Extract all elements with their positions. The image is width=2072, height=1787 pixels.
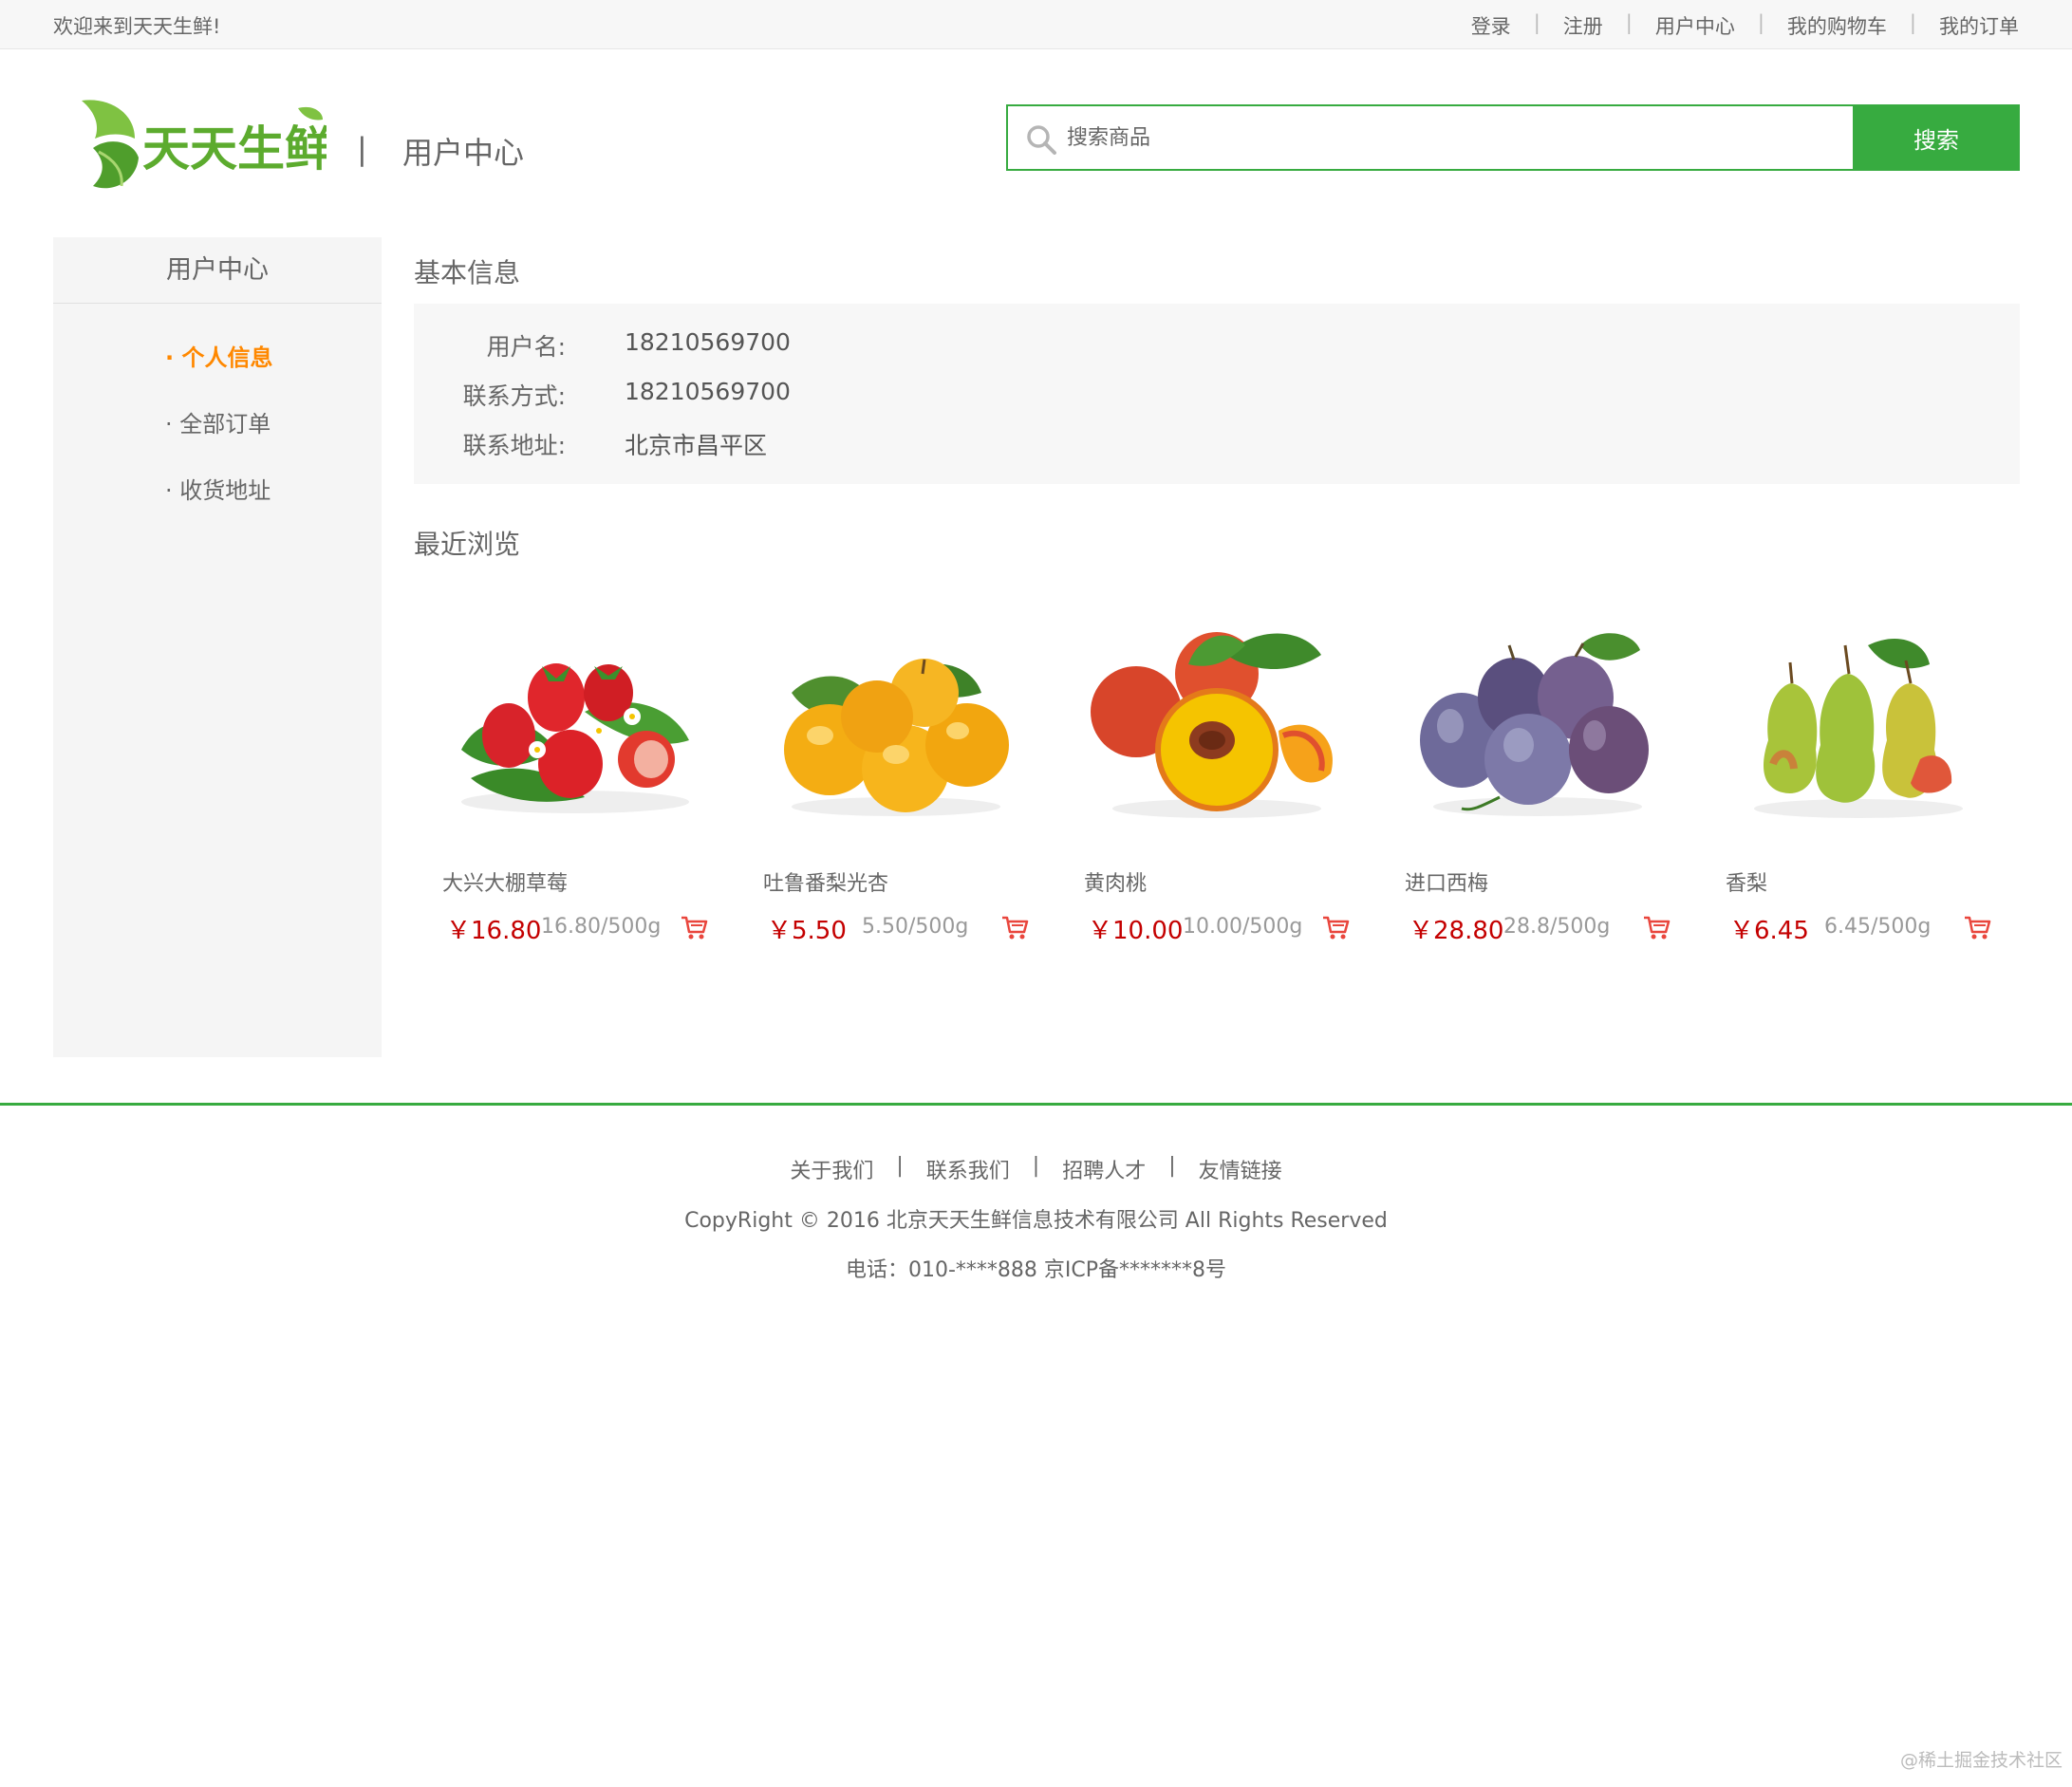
top-nav-separator: |	[1909, 11, 1916, 34]
info-value: 18210569700	[625, 378, 791, 405]
contact-text: 电话：010-****888 京ICP备*******8号	[845, 1258, 1227, 1282]
top-bar: 欢迎来到天天生鲜! 登录 | 注册 | 用户中心 | 我的购物车 | 我的订单	[0, 0, 2072, 49]
page-title: 用户中心	[402, 135, 525, 171]
add-to-cart-icon[interactable]	[1000, 913, 1029, 941]
login-link[interactable]: 登录	[1471, 11, 1511, 40]
product-card[interactable]: 香梨 ￥6.45 6.45/500g	[1697, 588, 2018, 968]
sidebar-menu: · 个人信息 · 全部订单 · 收货地址	[53, 304, 382, 524]
my-cart-link[interactable]: 我的购物车	[1787, 11, 1887, 40]
product-image-apricot[interactable]	[763, 607, 1029, 835]
recent-title: 最近浏览	[414, 529, 521, 560]
add-to-cart-icon[interactable]	[680, 913, 708, 941]
info-row-username: 用户名: 18210569700	[414, 328, 791, 363]
recent-products: 大兴大棚草莓 ￥16.80 16.80/500g 吐鲁番梨光杏 ￥5.50 5.…	[414, 588, 2020, 968]
header-separator: |	[357, 131, 367, 167]
search-icon	[1025, 123, 1057, 156]
product-unit-price: 28.8/500g	[1503, 915, 1611, 939]
product-image-plum[interactable]	[1405, 607, 1671, 835]
add-to-cart-icon[interactable]	[1642, 913, 1671, 941]
sidebar-item-all-orders[interactable]: · 全部订单	[53, 391, 382, 457]
product-card[interactable]: 大兴大棚草莓 ￥16.80 16.80/500g	[414, 588, 735, 968]
my-orders-link[interactable]: 我的订单	[1939, 11, 2019, 40]
register-link[interactable]: 注册	[1563, 11, 1603, 40]
footer-contact-link[interactable]: 联系我们	[926, 1154, 1010, 1184]
product-image-strawberry[interactable]	[442, 607, 708, 835]
watermark: @稀土掘金技术社区	[1899, 1750, 2063, 1771]
product-card[interactable]: 进口西梅 ￥28.80 28.8/500g	[1376, 588, 1697, 968]
add-to-cart-icon[interactable]	[1321, 913, 1350, 941]
search-box: 搜索	[1006, 104, 2020, 171]
product-card[interactable]: 吐鲁番梨光杏 ￥5.50 5.50/500g	[735, 588, 1055, 968]
welcome-text: 欢迎来到天天生鲜!	[53, 15, 221, 38]
search-input[interactable]	[1067, 116, 1902, 159]
logo-text: 天天生鲜	[142, 121, 327, 177]
product-unit-price: 5.50/500g	[862, 915, 969, 939]
footer-divider	[0, 1103, 2072, 1106]
copyright-text: CopyRight © 2016 北京天天生鲜信息技术有限公司 All Righ…	[684, 1209, 1388, 1233]
search-button[interactable]: 搜索	[1853, 104, 2020, 171]
product-unit-price: 6.45/500g	[1824, 915, 1932, 939]
product-name[interactable]: 大兴大棚草莓	[442, 866, 568, 897]
sidebar-item-shipping-address[interactable]: · 收货地址	[53, 457, 382, 524]
user-center-link[interactable]: 用户中心	[1655, 11, 1735, 40]
info-value: 18210569700	[625, 328, 791, 356]
basic-info-panel: 用户名: 18210569700 联系方式: 18210569700 联系地址:…	[414, 304, 2020, 484]
footer-separator: |	[1168, 1154, 1176, 1178]
footer-jobs-link[interactable]: 招聘人才	[1062, 1154, 1146, 1184]
product-price: ￥5.50	[767, 917, 847, 945]
product-card[interactable]: 黄肉桃 ￥10.00 10.00/500g	[1055, 588, 1376, 968]
product-name[interactable]: 吐鲁番梨光杏	[763, 866, 888, 897]
info-label: 联系方式:	[462, 382, 566, 410]
top-nav-separator: |	[1533, 11, 1540, 34]
footer-links: 关于我们 | 联系我们 | 招聘人才 | 友情链接	[0, 1154, 2072, 1184]
top-nav-separator: |	[1757, 11, 1764, 34]
sidebar-title: 用户中心	[53, 237, 382, 304]
sidebar: 用户中心 · 个人信息 · 全部订单 · 收货地址	[53, 237, 382, 1057]
info-row-contact: 联系方式: 18210569700	[414, 378, 791, 412]
top-nav-separator: |	[1625, 11, 1633, 34]
info-row-address: 联系地址: 北京市昌平区	[414, 427, 767, 461]
footer: 关于我们 | 联系我们 | 招聘人才 | 友情链接 CopyRight © 20…	[0, 1154, 2072, 1283]
footer-about-link[interactable]: 关于我们	[790, 1154, 873, 1184]
sidebar-item-personal-info[interactable]: · 个人信息	[53, 325, 382, 391]
product-image-peach[interactable]	[1084, 607, 1350, 835]
logo[interactable]: 天天生鲜	[80, 95, 332, 195]
product-price: ￥16.80	[446, 917, 542, 945]
product-price: ￥10.00	[1088, 917, 1184, 945]
basic-info-title: 基本信息	[414, 257, 521, 289]
product-price: ￥6.45	[1729, 917, 1809, 945]
footer-separator: |	[896, 1154, 904, 1178]
info-label: 用户名:	[486, 333, 566, 361]
info-label: 联系地址:	[462, 432, 566, 459]
product-unit-price: 16.80/500g	[541, 915, 662, 939]
product-name[interactable]: 黄肉桃	[1084, 866, 1147, 897]
product-name[interactable]: 香梨	[1726, 866, 1767, 897]
footer-separator: |	[1032, 1154, 1040, 1178]
product-unit-price: 10.00/500g	[1183, 915, 1303, 939]
product-name[interactable]: 进口西梅	[1405, 866, 1488, 897]
top-nav: 登录 | 注册 | 用户中心 | 我的购物车 | 我的订单	[1471, 11, 2019, 40]
add-to-cart-icon[interactable]	[1963, 913, 1991, 941]
product-image-pear[interactable]	[1726, 607, 1991, 835]
info-value: 北京市昌平区	[625, 432, 768, 459]
product-price: ￥28.80	[1409, 917, 1504, 945]
footer-friend-links[interactable]: 友情链接	[1199, 1154, 1282, 1184]
